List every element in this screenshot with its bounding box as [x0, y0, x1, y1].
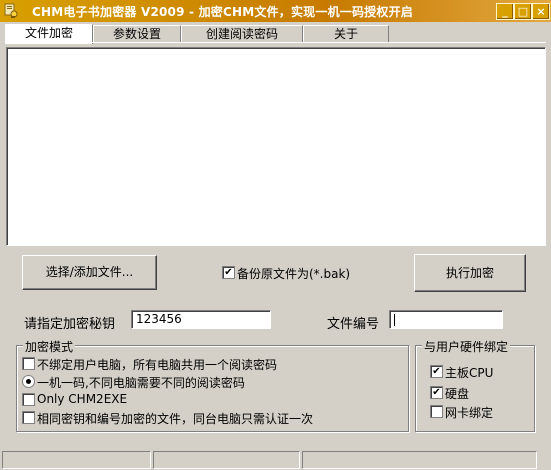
disk-checkbox[interactable]: ✔ [430, 386, 443, 399]
cpu-label: 主板CPU [445, 366, 494, 380]
check-icon: ✔ [432, 387, 441, 398]
file-list[interactable] [6, 47, 546, 246]
disk-label: 硬盘 [445, 387, 470, 401]
nic-label: 网卡绑定 [445, 406, 494, 420]
check-icon: ✔ [432, 366, 441, 377]
status-cell-3 [302, 451, 537, 469]
encrypt-button[interactable]: 执行加密 [414, 254, 526, 292]
unbound-checkbox[interactable] [22, 357, 35, 370]
backup-checkbox[interactable]: ✔ [222, 266, 235, 279]
status-bar [0, 448, 551, 470]
one-machine-radio[interactable] [22, 375, 35, 388]
app-key-icon [4, 3, 18, 18]
backup-label: 备份原文件为(*.bak) [237, 267, 351, 281]
select-files-button[interactable]: 选择/添加文件... [22, 255, 157, 290]
file-no-label: 文件编号 [327, 317, 380, 332]
same-key-checkbox[interactable] [22, 411, 35, 424]
text-cursor [394, 313, 395, 326]
only-exe-checkbox[interactable] [22, 393, 35, 406]
check-icon: ✔ [224, 267, 233, 278]
only-exe-label: Only CHM2EXE [37, 392, 128, 406]
title-bar[interactable]: CHM电子书加密器 V2009 - 加密CHM文件，实现一机一码授权开启 _ □… [0, 0, 551, 22]
key-label: 请指定加密秘钥 [24, 317, 116, 332]
nic-checkbox[interactable] [430, 405, 443, 418]
hardware-title: 与用户硬件绑定 [422, 338, 511, 355]
cpu-checkbox[interactable]: ✔ [430, 365, 443, 378]
one-machine-label: 一机一码,不同电脑需要不同的阅读密码 [37, 376, 245, 390]
status-cell-1 [2, 451, 151, 469]
window-title: CHM电子书加密器 V2009 - 加密CHM文件，实现一机一码授权开启 [32, 5, 413, 19]
tab-divider [5, 42, 546, 43]
tab-file-encrypt[interactable]: 文件加密 [5, 24, 93, 44]
radio-dot [26, 379, 31, 384]
unbound-label: 不绑定用户电脑，所有电脑共用一个阅读密码 [37, 358, 278, 372]
tab-about[interactable]: 关于 [303, 25, 389, 43]
encrypt-mode-title: 加密模式 [23, 338, 76, 355]
tab-params[interactable]: 参数设置 [93, 25, 181, 43]
key-input[interactable]: 123456 [131, 310, 271, 329]
file-no-input[interactable] [389, 310, 503, 329]
app-window: CHM电子书加密器 V2009 - 加密CHM文件，实现一机一码授权开启 _ □… [0, 0, 551, 470]
minimize-button[interactable]: _ [496, 3, 514, 20]
same-key-label: 相同密钥和编号加密的文件，同台电脑只需认证一次 [37, 412, 314, 426]
maximize-button[interactable]: □ [514, 3, 532, 20]
status-cell-2 [153, 451, 300, 469]
close-button[interactable]: × [532, 3, 550, 20]
tab-create-password[interactable]: 创建阅读密码 [181, 25, 303, 43]
tab-bar: 文件加密 参数设置 创建阅读密码 关于 [5, 24, 389, 44]
